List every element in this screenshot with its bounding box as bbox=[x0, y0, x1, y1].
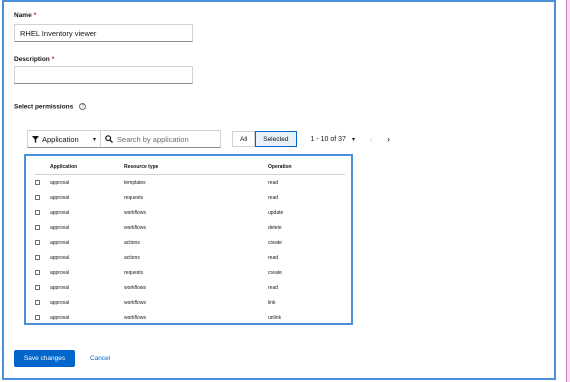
row-checkbox[interactable] bbox=[35, 315, 40, 320]
row-checkbox-cell bbox=[35, 195, 50, 200]
table-row[interactable]: approval actions read bbox=[35, 250, 345, 265]
cell-resource-type: workflows bbox=[124, 314, 146, 321]
pagination: 1 - 10 of 37 ▾ ‹ › bbox=[311, 134, 390, 144]
cell-operation: link bbox=[268, 299, 276, 306]
cell-resource-type: workflows bbox=[124, 299, 146, 306]
row-checkbox-cell bbox=[35, 210, 50, 215]
cell-operation: unlink bbox=[268, 314, 282, 321]
name-input-value: RHEL Inventory viewer bbox=[20, 29, 97, 38]
description-label: Description * bbox=[14, 56, 54, 63]
cell-application: approval bbox=[50, 179, 70, 186]
cell-operation: read bbox=[268, 179, 279, 186]
side-panel-edge bbox=[566, 0, 570, 382]
row-checkbox-cell bbox=[35, 315, 50, 320]
toggle-all[interactable]: All bbox=[232, 131, 256, 147]
row-checkbox[interactable] bbox=[35, 285, 40, 290]
cell-resource-type: templates bbox=[124, 179, 146, 186]
next-page-icon[interactable]: › bbox=[387, 134, 390, 144]
header-operation[interactable]: Operation bbox=[268, 164, 344, 170]
row-checkbox[interactable] bbox=[35, 225, 40, 230]
cell-application: approval bbox=[50, 314, 70, 321]
table-header-row: Application Resource type Operation bbox=[35, 160, 345, 175]
row-checkbox[interactable] bbox=[35, 300, 40, 305]
cell-resource-type: workflows bbox=[124, 224, 146, 231]
cell-resource-type: actions bbox=[124, 254, 140, 261]
chevron-down-icon: ▾ bbox=[92, 136, 96, 143]
pagination-range[interactable]: 1 - 10 of 37 bbox=[311, 136, 346, 143]
name-label-text: Name bbox=[14, 12, 32, 19]
description-input[interactable] bbox=[14, 66, 193, 84]
toggle-selected[interactable]: Selected bbox=[255, 131, 297, 147]
select-permissions-label: Select permissions? bbox=[14, 103, 87, 111]
cancel-button[interactable]: Cancel bbox=[90, 355, 110, 362]
cell-resource-type: requests bbox=[124, 269, 144, 276]
filter-dropdown-label: Application bbox=[42, 134, 79, 144]
header-resource-type[interactable]: Resource type bbox=[124, 164, 268, 170]
row-checkbox-cell bbox=[35, 255, 50, 260]
table-row[interactable]: approval workflows read bbox=[35, 280, 345, 295]
table-row[interactable]: approval workflows delete bbox=[35, 220, 345, 235]
name-label: Name * bbox=[14, 12, 36, 19]
cell-operation: read bbox=[268, 194, 279, 201]
chevron-down-icon[interactable]: ▾ bbox=[352, 136, 355, 143]
row-checkbox-cell bbox=[35, 225, 50, 230]
cell-application: approval bbox=[50, 224, 70, 231]
save-changes-button[interactable]: Save changes bbox=[14, 350, 75, 367]
permissions-toolbar: Application ▾ All Selected 1 - 10 of 37 … bbox=[27, 130, 390, 148]
cell-operation: read bbox=[268, 284, 279, 291]
description-label-text: Description bbox=[14, 56, 50, 63]
header-application[interactable]: Application bbox=[50, 164, 124, 170]
cell-operation: update bbox=[268, 209, 284, 216]
row-checkbox[interactable] bbox=[35, 240, 40, 245]
description-required-marker: * bbox=[51, 56, 55, 63]
search-box[interactable] bbox=[101, 130, 221, 148]
help-icon[interactable]: ? bbox=[79, 103, 87, 110]
prev-page-icon[interactable]: ‹ bbox=[370, 134, 373, 144]
table-row[interactable]: approval actions create bbox=[35, 235, 345, 250]
filter-dropdown[interactable]: Application ▾ bbox=[27, 130, 101, 148]
row-checkbox-cell bbox=[35, 240, 50, 245]
cell-resource-type: requests bbox=[124, 194, 144, 201]
row-checkbox-cell bbox=[35, 285, 50, 290]
select-permissions-text: Select permissions bbox=[14, 103, 74, 111]
cell-application: approval bbox=[50, 299, 70, 306]
cell-operation: delete bbox=[268, 224, 282, 231]
cell-resource-type: actions bbox=[124, 239, 140, 246]
row-checkbox-cell bbox=[35, 270, 50, 275]
cell-operation: read bbox=[268, 254, 279, 261]
cell-operation: create bbox=[268, 239, 282, 246]
row-checkbox-cell bbox=[35, 180, 50, 185]
cell-resource-type: workflows bbox=[124, 284, 146, 291]
cell-application: approval bbox=[50, 269, 70, 276]
cell-resource-type: workflows bbox=[124, 209, 146, 216]
name-required-marker: * bbox=[33, 12, 37, 19]
search-input[interactable] bbox=[116, 134, 216, 144]
filter-icon bbox=[32, 135, 39, 143]
row-checkbox[interactable] bbox=[35, 210, 40, 215]
cell-application: approval bbox=[50, 209, 70, 216]
cell-application: approval bbox=[50, 194, 70, 201]
name-input[interactable]: RHEL Inventory viewer bbox=[14, 24, 193, 42]
row-checkbox[interactable] bbox=[35, 180, 40, 185]
row-checkbox[interactable] bbox=[35, 255, 40, 260]
row-checkbox[interactable] bbox=[35, 195, 40, 200]
table-row[interactable]: approval workflows unlink bbox=[35, 310, 345, 325]
cell-application: approval bbox=[50, 254, 70, 261]
table-row[interactable]: approval requests read bbox=[35, 190, 345, 205]
search-icon bbox=[105, 135, 113, 143]
table-row[interactable]: approval templates read bbox=[35, 175, 345, 190]
cell-application: approval bbox=[50, 239, 70, 246]
selection-toggle-group: All Selected bbox=[232, 131, 297, 147]
cell-operation: create bbox=[268, 269, 282, 276]
row-checkbox[interactable] bbox=[35, 270, 40, 275]
permissions-table: Application Resource type Operation appr… bbox=[24, 154, 353, 325]
cell-application: approval bbox=[50, 284, 70, 291]
table-row[interactable]: approval requests create bbox=[35, 265, 345, 280]
table-row[interactable]: approval workflows link bbox=[35, 295, 345, 310]
row-checkbox-cell bbox=[35, 300, 50, 305]
table-row[interactable]: approval workflows update bbox=[35, 205, 345, 220]
